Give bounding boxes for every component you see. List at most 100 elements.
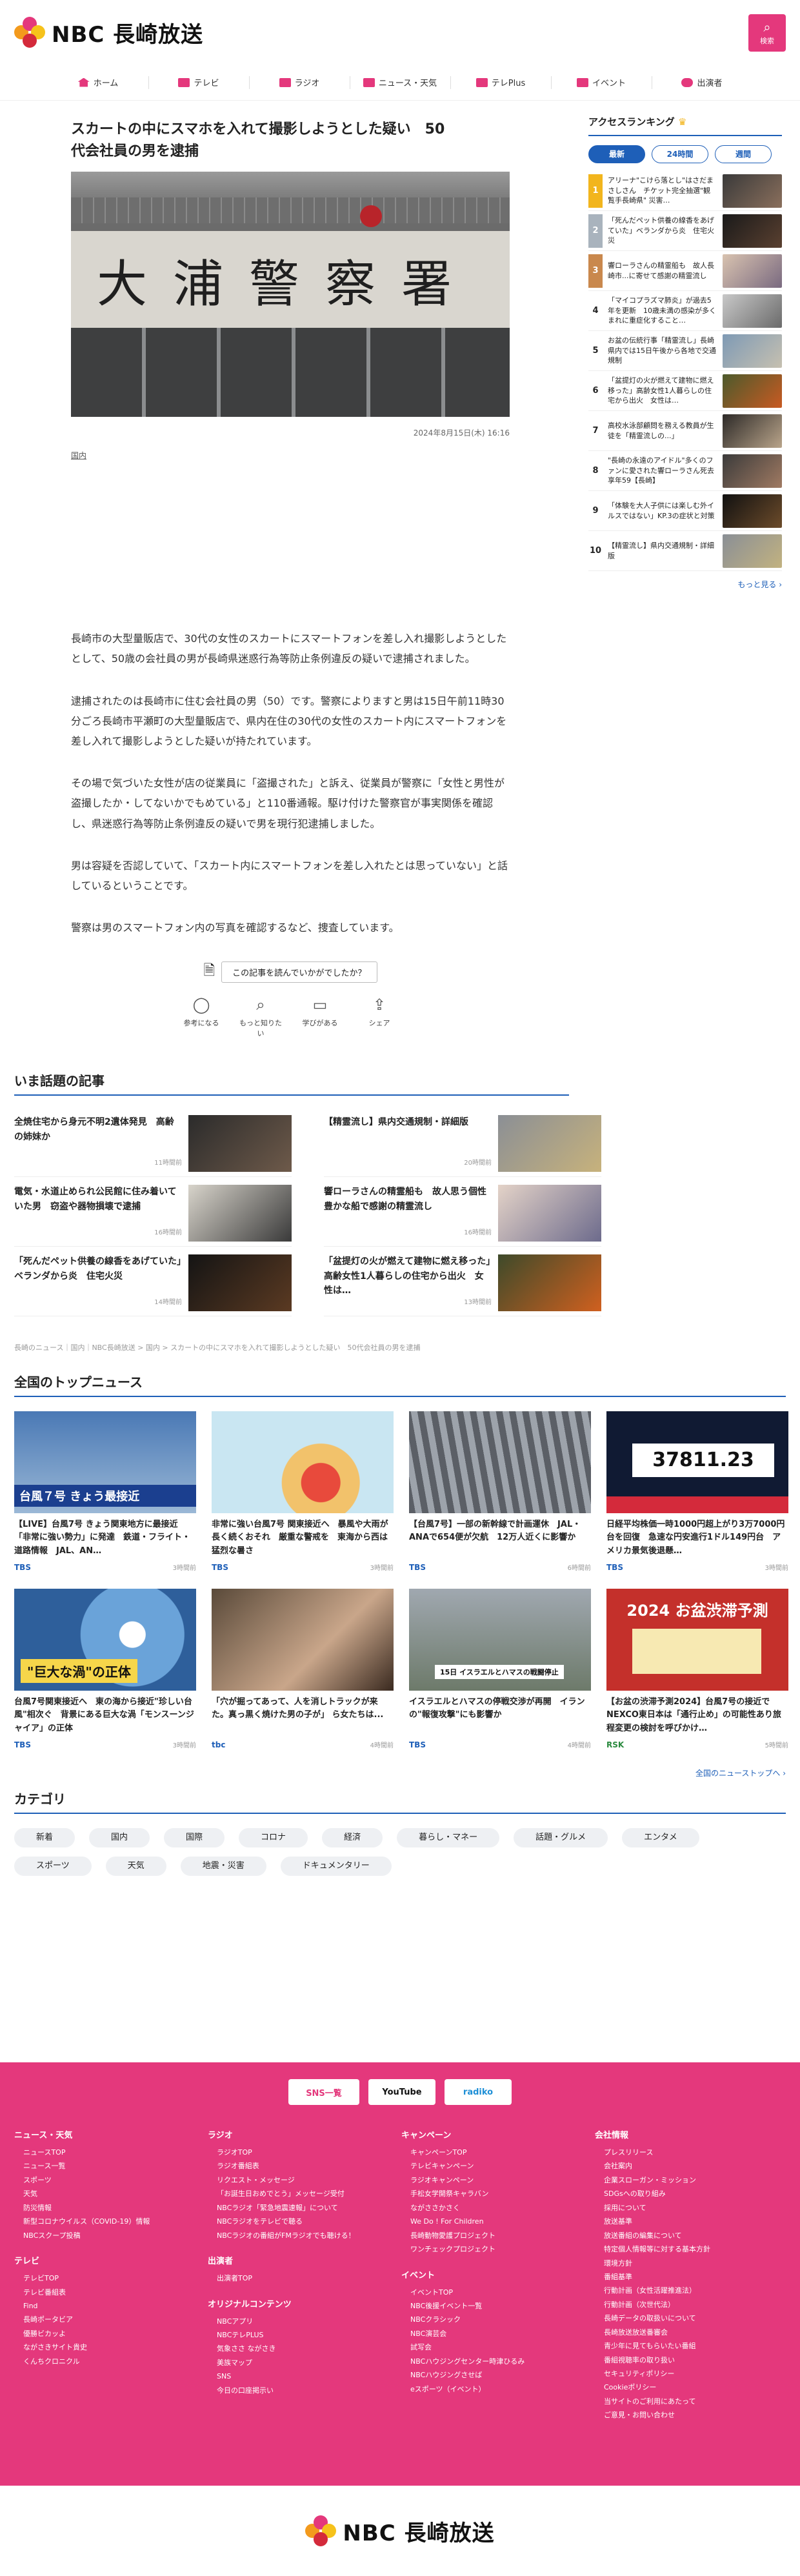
- footer-link[interactable]: SDGsへの取り組み: [595, 2187, 788, 2200]
- footer-link[interactable]: 「お誕生日おめでとう」メッセージ受付: [208, 2187, 401, 2200]
- hot-topic-item[interactable]: 「盆提灯の火が燃えて建物に燃え移った」高齢女性1人暮らしの住宅から出火 女性は……: [324, 1247, 601, 1317]
- footer-link[interactable]: We Do ! For Children: [401, 2215, 595, 2228]
- ranking-item[interactable]: 10 【精霊流し】県内交通規制・詳細版: [588, 531, 782, 571]
- top-news-item[interactable]: 【台風7号】一部の新幹線で計画運休 JAL・ANAで654便が欠航 12万人近く…: [409, 1411, 591, 1572]
- footer-link[interactable]: テレビキャンペーン: [401, 2159, 595, 2173]
- footer-link[interactable]: 手松女学開祭キャラバン: [401, 2187, 595, 2200]
- nav-radio[interactable]: ラジオ: [249, 65, 350, 100]
- footer-link[interactable]: 今日の口座掲示い: [208, 2384, 401, 2397]
- footer-link[interactable]: 採用について: [595, 2201, 788, 2215]
- category-chip[interactable]: 暮らし・マネー: [397, 1828, 500, 1848]
- footer-heading[interactable]: キャンペーン: [401, 2128, 595, 2140]
- footer-link[interactable]: NBC演芸会: [401, 2327, 595, 2340]
- footer-link[interactable]: ながさきサイト貴史: [14, 2340, 208, 2354]
- footer-link[interactable]: 出演者TOP: [208, 2271, 401, 2285]
- footer-link[interactable]: NBC後援イベント一覧: [401, 2299, 595, 2313]
- tab-24h[interactable]: 24時間: [652, 145, 708, 163]
- footer-link[interactable]: 新型コロナウイルス（COVID-19）情報: [14, 2215, 208, 2228]
- top-news-more-link[interactable]: 全国のニューストップへ ›: [14, 1767, 786, 1778]
- top-news-item[interactable]: 非常に強い台風7号 関東接近へ 暴風や大雨が長く続くおそれ 厳重な警戒を 東海か…: [212, 1411, 394, 1572]
- footer-heading[interactable]: 会社情報: [595, 2128, 788, 2140]
- article-tag[interactable]: 国内: [71, 450, 454, 461]
- top-news-item[interactable]: 15日 イスラエルとハマスの戦闘停止 イスラエルとハマスの停戦交渉が再開 イラン…: [409, 1589, 591, 1749]
- top-news-item[interactable]: 2024 お盆渋滞予測 【お盆の渋滞予測2024】台風7号の接近でNEXCO東日…: [606, 1589, 788, 1749]
- ranking-item[interactable]: 5 お盆の伝統行事「精霊流し」長崎県内では15日午後から各地で交通規制: [588, 331, 782, 371]
- footer-heading[interactable]: ニュース・天気: [14, 2128, 208, 2140]
- footer-link[interactable]: 防災情報: [14, 2201, 208, 2215]
- footer-link[interactable]: 当サイトのご利用にあたって: [595, 2395, 788, 2408]
- footer-link[interactable]: Cookieポリシー: [595, 2380, 788, 2394]
- footer-link[interactable]: くんちクロニクル: [14, 2355, 208, 2368]
- footer-link[interactable]: スポーツ: [14, 2173, 208, 2187]
- tab-weekly[interactable]: 週間: [715, 145, 772, 163]
- category-chip[interactable]: コロナ: [239, 1828, 308, 1848]
- footer-link[interactable]: テレビTOP: [14, 2271, 208, 2285]
- top-news-item[interactable]: 37811.23 日経平均株価一時1000円超上がり3万7000円台を回復 急速…: [606, 1411, 788, 1572]
- footer-link[interactable]: テレビ番組表: [14, 2286, 208, 2299]
- feedback-helpful-button[interactable]: ◯ 参考になる: [179, 996, 224, 1038]
- ranking-item[interactable]: 1 アリーナ"こけら落とし"はさだまさしさん チケット完全抽選"観覧手長崎県" 災…: [588, 171, 782, 211]
- footer-link[interactable]: 番組視聴率の取り扱い: [595, 2353, 788, 2367]
- ranking-item[interactable]: 6 「盆提灯の火が燃えて建物に燃え移った」高齢女性1人暮らしの住宅から出火 女性は…: [588, 371, 782, 411]
- footer-link[interactable]: 美族マップ: [208, 2356, 401, 2370]
- footer-heading[interactable]: 出演者: [208, 2254, 401, 2266]
- footer-link[interactable]: ながささかさく: [401, 2201, 595, 2215]
- category-chip[interactable]: 新着: [14, 1828, 75, 1848]
- hot-topic-item[interactable]: 【精霊流し】県内交通規制・詳細版 20時間前: [324, 1107, 601, 1178]
- nav-teleplus[interactable]: テレPlus: [450, 65, 551, 100]
- ranking-item[interactable]: 8 "長崎の永遠のアイドル"多くのファンに愛された響ローラさん死去 享年59【長崎…: [588, 451, 782, 491]
- footer-link[interactable]: 企業スローガン・ミッション: [595, 2173, 788, 2187]
- footer-link[interactable]: NBCスクープ投稿: [14, 2229, 208, 2242]
- footer-link[interactable]: プレスリリース: [595, 2146, 788, 2159]
- footer-link[interactable]: 行動計画（女性活躍推進法）: [595, 2284, 788, 2297]
- hot-topic-item[interactable]: 全焼住宅から身元不明2遺体発見 高齢の姉妹か 11時間前: [14, 1107, 292, 1178]
- footer-heading[interactable]: ラジオ: [208, 2128, 401, 2140]
- footer-link[interactable]: 放送基準: [595, 2215, 788, 2228]
- category-chip[interactable]: 国際: [164, 1828, 225, 1848]
- footer-link[interactable]: キャンペーンTOP: [401, 2146, 595, 2159]
- nav-home[interactable]: ホーム: [48, 65, 148, 100]
- footer-link[interactable]: 試写会: [401, 2340, 595, 2354]
- category-chip[interactable]: 経済: [322, 1828, 383, 1848]
- footer-link[interactable]: 気象ささ ながさき: [208, 2342, 401, 2355]
- footer-link[interactable]: NBCハウジングさせば: [401, 2368, 595, 2382]
- breadcrumb[interactable]: 長崎のニュース｜国内｜NBC長崎放送 > 国内 > スカートの中にスマホを入れて…: [0, 1342, 800, 1353]
- search-button[interactable]: ⌕ 検索: [748, 14, 786, 52]
- footer-heading[interactable]: テレビ: [14, 2254, 208, 2266]
- footer-link[interactable]: 行動計画（次世代法）: [595, 2298, 788, 2311]
- ranking-item[interactable]: 7 高校水泳部顧問を務える教員が生徒を「精霊流しの...」: [588, 411, 782, 451]
- ranking-item[interactable]: 2 「死んだペット供養の線香をあげていた」ベランダから炎 住宅火災: [588, 211, 782, 251]
- footer-link[interactable]: ワンチェックプロジェクト: [401, 2242, 595, 2256]
- footer-link[interactable]: ラジオキャンペーン: [401, 2173, 595, 2187]
- top-news-item[interactable]: 「穴が掘ってあって、人を消しトラックが来た。真っ黒く焼けた男の子が」 ら女たちは…: [212, 1589, 394, 1749]
- footer-link[interactable]: ニュースTOP: [14, 2146, 208, 2159]
- footer-link[interactable]: 長崎データの取扱いについて: [595, 2311, 788, 2325]
- top-news-item[interactable]: "巨大な渦"の正体 台風7号関東接近へ 東の海から接近"珍しい台風"相次ぐ 背景…: [14, 1589, 196, 1749]
- radiko-button[interactable]: radiko: [445, 2079, 512, 2105]
- footer-link[interactable]: 放送番組の編集について: [595, 2229, 788, 2242]
- footer-heading[interactable]: オリジナルコンテンツ: [208, 2297, 401, 2309]
- footer-link[interactable]: ラジオ番組表: [208, 2159, 401, 2173]
- category-chip[interactable]: 話題・グルメ: [514, 1828, 608, 1848]
- category-chip[interactable]: 天気: [105, 1857, 166, 1877]
- footer-link[interactable]: イベントTOP: [401, 2286, 595, 2299]
- hot-topic-item[interactable]: 響ローラさんの精霊船も 故人思う個性豊かな船で感謝の精霊流し 16時間前: [324, 1177, 601, 1247]
- footer-link[interactable]: 長崎放送放送番審会: [595, 2326, 788, 2339]
- footer-link[interactable]: 天気: [14, 2187, 208, 2200]
- footer-link[interactable]: 会社案内: [595, 2159, 788, 2173]
- footer-link[interactable]: セキュリティポリシー: [595, 2367, 788, 2380]
- footer-link[interactable]: NBCラジオの番組がFMラジオでも聴ける！: [208, 2229, 401, 2242]
- footer-link[interactable]: NBCテレPLUS: [208, 2328, 401, 2342]
- nav-performers[interactable]: 出演者: [652, 65, 752, 100]
- top-news-item[interactable]: 台風７号 きょう最接近 【LIVE】台風7号 きょう関東地方に最接近 「非常に強…: [14, 1411, 196, 1572]
- footer-link[interactable]: リクエスト・メッセージ: [208, 2173, 401, 2187]
- footer-link[interactable]: NBCラジオをテレビで聴る: [208, 2215, 401, 2228]
- footer-link[interactable]: 長崎ポータビア: [14, 2313, 208, 2326]
- ranking-more-link[interactable]: もっと見る ›: [588, 579, 782, 590]
- footer-link[interactable]: ご意見・お問い合わせ: [595, 2408, 788, 2422]
- category-chip[interactable]: ドキュメンタリー: [280, 1857, 392, 1877]
- footer-link[interactable]: 番組基準: [595, 2270, 788, 2284]
- ranking-item[interactable]: 4 「マイコプラズマ肺炎」が過去5年を更新 10歳未満の感染が多くまれに重症化する…: [588, 291, 782, 331]
- feedback-learn-button[interactable]: ▭ 学びがある: [297, 996, 343, 1038]
- footer-link[interactable]: 青少年に見てもらいたい番組: [595, 2339, 788, 2353]
